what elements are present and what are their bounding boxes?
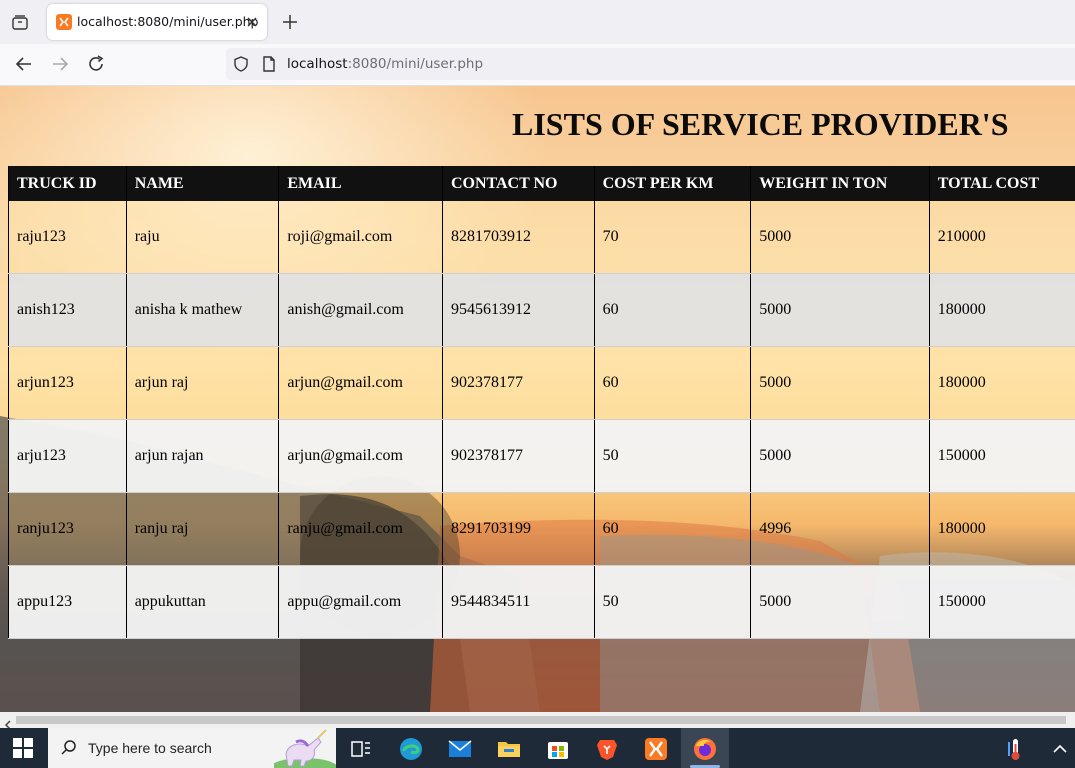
email-cell: roji@gmail.com: [278, 201, 443, 274]
truck-id-cell: arjun123: [8, 346, 127, 420]
weight-cell: 5000: [750, 273, 930, 347]
total-cost-cell: 150000: [928, 419, 1075, 493]
contact-no-cell: 902378177: [441, 346, 595, 420]
weight-cell: 5000: [750, 419, 930, 493]
name-cell: arjun rajan: [125, 419, 279, 493]
horizontal-scrollbar[interactable]: [0, 712, 1075, 730]
microsoft-store-icon[interactable]: [545, 736, 571, 762]
new-tab-icon[interactable]: [280, 12, 300, 32]
cost-per-km-cell: 60: [593, 273, 751, 347]
file-explorer-icon[interactable]: [496, 736, 522, 762]
chevron-up-icon[interactable]: [1047, 736, 1073, 762]
total-cost-cell: 210000: [928, 201, 1075, 274]
taskbar-search-box[interactable]: Type here to search: [48, 728, 336, 768]
shield-icon[interactable]: [232, 55, 250, 73]
total-cost-cell: 180000: [928, 492, 1075, 566]
xampp-favicon-icon: [56, 14, 72, 30]
name-cell: appukuttan: [125, 565, 279, 639]
xampp-icon[interactable]: [643, 736, 669, 762]
search-placeholder: Type here to search: [88, 740, 212, 756]
table-row: raju123 raju roji@gmail.com 8281703912 7…: [8, 201, 1075, 274]
edge-icon[interactable]: [398, 736, 424, 762]
back-arrow-icon[interactable]: [13, 53, 35, 75]
scrollbar-thumb[interactable]: [16, 716, 1066, 724]
reload-icon[interactable]: [85, 53, 107, 75]
contact-no-cell: 8281703912: [441, 201, 595, 274]
contact-no-cell: 8291703199: [441, 492, 595, 566]
contact-no-cell: 9545613912: [441, 273, 595, 347]
url-text[interactable]: localhost:8080/mini/user.php: [287, 56, 483, 72]
column-header-email: EMAIL: [278, 166, 443, 201]
total-cost-cell: 180000: [928, 346, 1075, 420]
table-header-row: TRUCK ID NAME EMAIL CONTACT NO COST PER …: [8, 166, 1075, 201]
thermometer-icon[interactable]: [1002, 736, 1028, 762]
mail-icon[interactable]: [447, 736, 473, 762]
email-cell: ranju@gmail.com: [278, 492, 443, 566]
contact-no-cell: 9544834511: [441, 565, 595, 639]
cost-per-km-cell: 50: [593, 565, 751, 639]
email-cell: arjun@gmail.com: [278, 346, 443, 420]
truck-id-cell: anish123: [8, 273, 127, 347]
column-header-weight-in-ton: WEIGHT IN TON: [750, 166, 930, 201]
url-host: localhost: [287, 56, 348, 72]
service-provider-table: TRUCK ID NAME EMAIL CONTACT NO COST PER …: [8, 166, 1075, 639]
cost-per-km-cell: 60: [593, 492, 751, 566]
task-view-icon[interactable]: [348, 736, 374, 762]
scroll-left-icon[interactable]: [3, 715, 13, 730]
cost-per-km-cell: 60: [593, 346, 751, 420]
table-row: appu123 appukuttan appu@gmail.com 954483…: [8, 565, 1075, 639]
truck-id-cell: ranju123: [8, 492, 127, 566]
email-cell: appu@gmail.com: [278, 565, 443, 639]
truck-id-cell: raju123: [8, 201, 127, 274]
contact-no-cell: 902378177: [441, 419, 595, 493]
truck-id-cell: arju123: [8, 419, 127, 493]
column-header-total-cost: TOTAL COST: [928, 166, 1075, 201]
firefox-icon[interactable]: [692, 736, 718, 762]
weight-cell: 5000: [750, 346, 930, 420]
table-row: anish123 anisha k mathew anish@gmail.com…: [8, 273, 1075, 347]
tab-bar: localhost:8080/mini/user.php: [0, 0, 1075, 44]
email-cell: arjun@gmail.com: [278, 419, 443, 493]
name-cell: raju: [125, 201, 279, 274]
search-icon: [60, 739, 78, 757]
page-title: LISTS OF SERVICE PROVIDER'S: [512, 106, 1009, 142]
windows-start-icon[interactable]: [13, 738, 33, 758]
close-tab-icon[interactable]: [243, 13, 261, 31]
weight-cell: 4996: [750, 492, 930, 566]
forward-arrow-icon[interactable]: [49, 53, 71, 75]
page-viewport: LISTS OF SERVICE PROVIDER'S TRUCK ID NAM…: [0, 86, 1075, 712]
weight-cell: 5000: [750, 201, 930, 274]
page-icon[interactable]: [260, 55, 278, 73]
address-bar[interactable]: localhost:8080/mini/user.php: [226, 48, 1075, 80]
column-header-name: NAME: [125, 166, 279, 201]
cost-per-km-cell: 50: [593, 419, 751, 493]
navigation-bar: localhost:8080/mini/user.php: [0, 44, 1075, 86]
brave-icon[interactable]: [594, 736, 620, 762]
truck-id-cell: appu123: [8, 565, 127, 639]
table-row: ranju123 ranju raj ranju@gmail.com 82917…: [8, 492, 1075, 566]
tab-overview-icon[interactable]: [9, 12, 31, 34]
total-cost-cell: 180000: [928, 273, 1075, 347]
browser-tab[interactable]: localhost:8080/mini/user.php: [47, 4, 267, 40]
total-cost-cell: 150000: [928, 565, 1075, 639]
table-row: arjun123 arjun raj arjun@gmail.com 90237…: [8, 346, 1075, 420]
name-cell: anisha k mathew: [125, 273, 279, 347]
column-header-truck-id: TRUCK ID: [8, 166, 127, 201]
unicorn-search-highlight-icon: [274, 729, 336, 768]
url-path: :8080/mini/user.php: [347, 56, 484, 72]
tab-title: localhost:8080/mini/user.php: [77, 14, 259, 29]
cost-per-km-cell: 70: [593, 201, 751, 274]
email-cell: anish@gmail.com: [278, 273, 443, 347]
column-header-cost-per-km: COST PER KM: [593, 166, 751, 201]
weight-cell: 5000: [750, 565, 930, 639]
table-row: arju123 arjun rajan arjun@gmail.com 9023…: [8, 419, 1075, 493]
name-cell: arjun raj: [125, 346, 279, 420]
column-header-contact-no: CONTACT NO: [441, 166, 595, 201]
name-cell: ranju raj: [125, 492, 279, 566]
windows-taskbar: Type here to search: [0, 728, 1075, 768]
